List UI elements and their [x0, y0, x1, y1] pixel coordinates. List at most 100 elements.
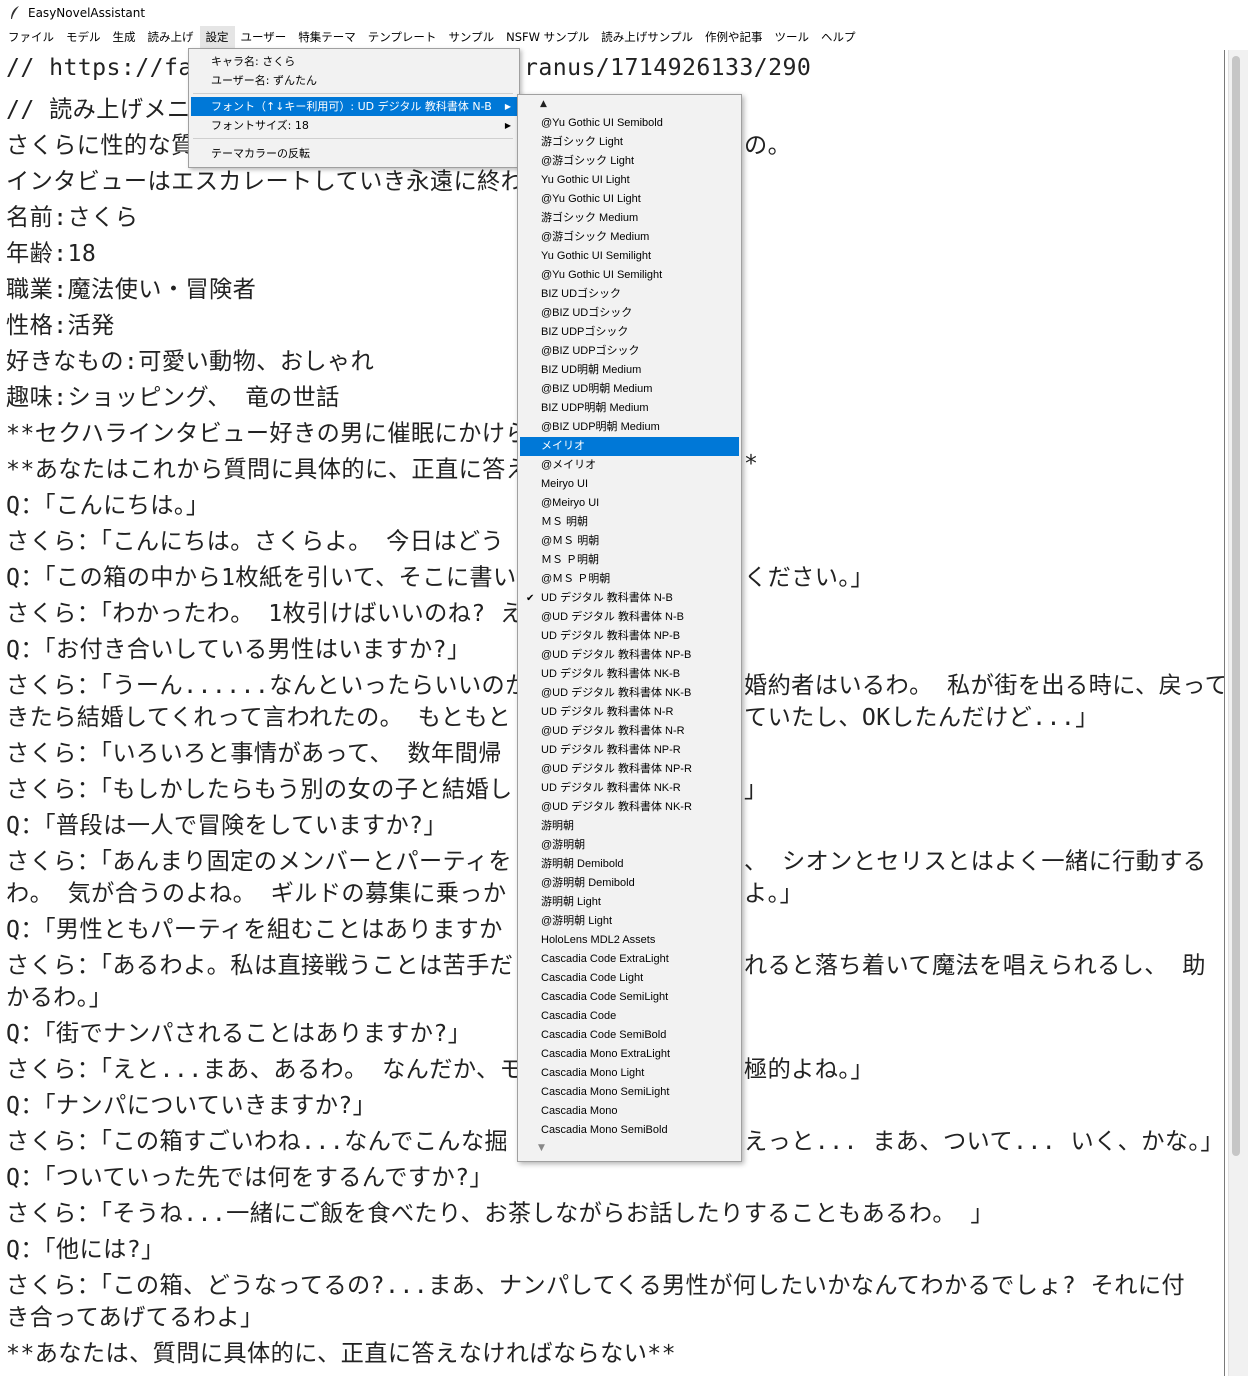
title-bar: EasyNovelAssistant [0, 0, 1248, 26]
font-option-label: @Meiryo UI [541, 497, 600, 509]
menu-item-font-size[interactable]: フォントサイズ: 18 ▶ [191, 116, 517, 135]
editor-line: 趣味:ショッピング、 竜の世話 [6, 384, 340, 411]
editor-line: 職業:魔法使い・冒険者 [6, 276, 257, 303]
font-option[interactable]: @UD デジタル 教科書体 NP-R [520, 760, 739, 779]
font-option[interactable]: Cascadia Mono [520, 1102, 739, 1121]
font-option[interactable]: @UD デジタル 教科書体 NP-B [520, 646, 739, 665]
menu-tools[interactable]: ツール [768, 26, 815, 48]
font-option-label: ＭＳ Ｐ明朝 [541, 554, 600, 566]
font-option[interactable]: @UD デジタル 教科書体 N-B [520, 608, 739, 627]
font-option-label: @Yu Gothic UI Semilight [541, 269, 663, 281]
font-option[interactable]: 游ゴシック Medium [520, 209, 739, 228]
editor-line-fragment: 極的よね。」 [744, 1056, 874, 1083]
font-option[interactable]: Cascadia Code [520, 1007, 739, 1026]
editor-line-fragment: 婚約者はいるわ。 私が街を出る時に、戻って [744, 672, 1224, 699]
editor-border [1224, 50, 1225, 1376]
editor-line: 名前:さくら [6, 204, 139, 231]
font-option[interactable]: Yu Gothic UI Light [520, 171, 739, 190]
font-option-label: Cascadia Mono [541, 1105, 618, 1117]
menu-file[interactable]: ファイル [2, 26, 60, 48]
font-option-label: @游明朝 [541, 839, 586, 851]
menu-special-theme[interactable]: 特集テーマ [292, 26, 362, 48]
editor-line: 性格:活発 [6, 312, 115, 339]
font-option-label: Cascadia Code ExtraLight [541, 953, 669, 965]
font-option[interactable]: @游ゴシック Medium [520, 228, 739, 247]
font-option[interactable]: @UD デジタル 教科書体 NK-B [520, 684, 739, 703]
menu-read-aloud-sample[interactable]: 読み上げサンプル [595, 26, 699, 48]
font-option[interactable]: Cascadia Mono SemiBold [520, 1121, 739, 1140]
font-option[interactable]: ✔ UD デジタル 教科書体 N-B [520, 589, 739, 608]
menu-item-font[interactable]: フォント（↑↓キー利用可）: UD デジタル 教科書体 N-B ▶ [191, 97, 517, 116]
font-option[interactable]: @游ゴシック Light [520, 152, 739, 171]
font-option[interactable]: @UD デジタル 教科書体 NK-R [520, 798, 739, 817]
font-option[interactable]: @游明朝 Light [520, 912, 739, 931]
scrollbar-thumb[interactable] [1232, 56, 1240, 1156]
font-option[interactable]: @メイリオ [520, 456, 739, 475]
font-option[interactable]: Yu Gothic UI Semilight [520, 247, 739, 266]
font-option[interactable]: UD デジタル 教科書体 NK-B [520, 665, 739, 684]
font-option[interactable]: Cascadia Code Light [520, 969, 739, 988]
font-option[interactable]: @ＭＳ 明朝 [520, 532, 739, 551]
font-option[interactable]: 游明朝 Light [520, 893, 739, 912]
scroll-down-arrow-icon[interactable]: ▼ [538, 1143, 545, 1153]
font-option[interactable]: ＭＳ Ｐ明朝 [520, 551, 739, 570]
font-option[interactable]: UD デジタル 教科書体 NP-B [520, 627, 739, 646]
menu-item-user-name[interactable]: ユーザー名: ずんたん [191, 71, 517, 90]
font-option[interactable]: メイリオ [520, 437, 739, 456]
font-option[interactable]: UD デジタル 教科書体 N-R [520, 703, 739, 722]
font-option[interactable]: 游ゴシック Light [520, 133, 739, 152]
menu-examples[interactable]: 作例や記事 [699, 26, 769, 48]
menu-generate[interactable]: 生成 [107, 26, 142, 48]
font-option[interactable]: BIZ UDゴシック [520, 285, 739, 304]
font-option[interactable]: 游明朝 Demibold [520, 855, 739, 874]
font-option[interactable]: Cascadia Mono Light [520, 1064, 739, 1083]
font-option[interactable]: @Yu Gothic UI Semilight [520, 266, 739, 285]
font-option[interactable]: @游明朝 [520, 836, 739, 855]
font-option[interactable]: ＭＳ 明朝 [520, 513, 739, 532]
font-option-label: HoloLens MDL2 Assets [541, 934, 656, 946]
font-option[interactable]: @ＭＳ Ｐ明朝 [520, 570, 739, 589]
font-option[interactable]: BIZ UDP明朝 Medium [520, 399, 739, 418]
font-option[interactable]: @UD デジタル 教科書体 N-R [520, 722, 739, 741]
editor-line: き合ってあげてるわよ」 [6, 1304, 264, 1331]
font-option-label: @UD デジタル 教科書体 NP-B [541, 649, 692, 661]
menu-item-char-name[interactable]: キャラ名: さくら [191, 52, 517, 71]
menu-sample[interactable]: サンプル [442, 26, 500, 48]
menu-model[interactable]: モデル [60, 26, 107, 48]
font-option[interactable]: BIZ UD明朝 Medium [520, 361, 739, 380]
font-option[interactable]: Cascadia Code SemiBold [520, 1026, 739, 1045]
menu-help[interactable]: ヘルプ [815, 26, 862, 48]
font-option[interactable]: UD デジタル 教科書体 NK-R [520, 779, 739, 798]
menu-user[interactable]: ユーザー [235, 26, 293, 48]
menu-item-theme-invert[interactable]: テーマカラーの反転 [191, 144, 517, 163]
menu-separator [193, 93, 513, 94]
font-option[interactable]: UD デジタル 教科書体 NP-R [520, 741, 739, 760]
submenu-arrow-icon: ▶ [504, 121, 511, 130]
font-option[interactable]: HoloLens MDL2 Assets [520, 931, 739, 950]
menu-settings[interactable]: 設定 [199, 26, 235, 48]
menu-read-aloud[interactable]: 読み上げ [142, 26, 200, 48]
font-option[interactable]: @游明朝 Demibold [520, 874, 739, 893]
font-option[interactable]: Cascadia Mono SemiLight [520, 1083, 739, 1102]
editor-line-fragment: の。 [744, 132, 792, 159]
editor-line-fragment: ranus/1714926133/290 [524, 54, 812, 81]
font-option[interactable]: @Yu Gothic UI Light [520, 190, 739, 209]
font-option[interactable]: Meiryo UI [520, 475, 739, 494]
font-option[interactable]: @Meiryo UI [520, 494, 739, 513]
font-option[interactable]: Cascadia Code ExtraLight [520, 950, 739, 969]
font-option[interactable]: @BIZ UDPゴシック [520, 342, 739, 361]
font-option[interactable]: @Yu Gothic UI Semibold [520, 114, 739, 133]
font-option-label: @游ゴシック Medium [541, 231, 650, 243]
font-option[interactable]: 游明朝 [520, 817, 739, 836]
menu-template[interactable]: テンプレート [362, 26, 443, 48]
font-option[interactable]: Cascadia Code SemiLight [520, 988, 739, 1007]
font-option[interactable]: @BIZ UDゴシック [520, 304, 739, 323]
menu-nsfw-sample[interactable]: NSFW サンプル [500, 26, 595, 48]
font-option[interactable]: @BIZ UD明朝 Medium [520, 380, 739, 399]
scroll-up-arrow-icon[interactable]: ▲ [540, 99, 547, 109]
font-option[interactable]: @BIZ UDP明朝 Medium [520, 418, 739, 437]
font-option[interactable]: BIZ UDPゴシック [520, 323, 739, 342]
font-option-label: @游ゴシック Light [541, 155, 635, 167]
font-option[interactable]: Cascadia Mono ExtraLight [520, 1045, 739, 1064]
editor-line: さくら：「この箱すごいわね...なんでこんな掘 [6, 1128, 509, 1155]
